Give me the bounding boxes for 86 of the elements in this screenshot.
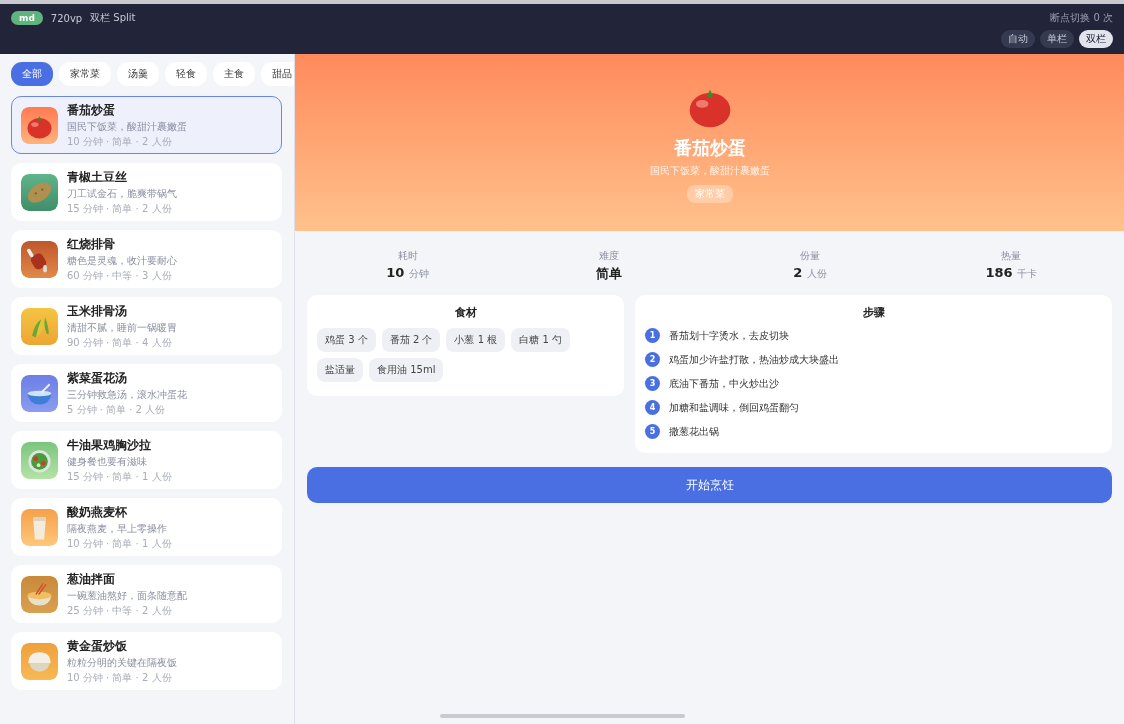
- card-title: 步骤: [861, 305, 886, 320]
- recipe-name: 葱油拌面: [67, 570, 116, 588]
- step-number: 3: [645, 376, 660, 391]
- recipe-meta: 5 分钟 · 简单 · 2 人份: [67, 402, 167, 417]
- recipe-description: 国民下饭菜，酸甜汁裹嫩蛋: [67, 119, 187, 134]
- breakpoint-badge: md: [11, 11, 43, 25]
- food-thumbnail-icon: [21, 374, 58, 412]
- step-text: 番茄划十字烫水，去皮切块: [669, 328, 789, 343]
- layout-mode-button[interactable]: 自动: [1001, 30, 1035, 48]
- layout-label: 双栏 Split: [90, 11, 136, 25]
- recipe-card[interactable]: 酸奶燕麦杯 隔夜燕麦，早上零操作 10 分钟 · 简单 · 1 人份: [11, 498, 282, 556]
- food-thumbnail-icon: [21, 642, 58, 680]
- layout-mode-button[interactable]: 双栏: [1079, 30, 1113, 48]
- recipe-meta: 10 分钟 · 简单 · 2 人份: [67, 670, 173, 685]
- recipe-description: 健身餐也要有滋味: [67, 454, 148, 469]
- ingredient-chip: 番茄 2 个: [381, 328, 441, 352]
- ingredient-chip: 鸡蛋 3 个: [317, 328, 376, 352]
- category-tab[interactable]: 甜品: [261, 62, 294, 86]
- recipe-card[interactable]: 玉米排骨汤 清甜不腻，睡前一锅暖胃 90 分钟 · 简单 · 4 人份: [11, 297, 282, 355]
- step-number: 2: [645, 352, 660, 367]
- layout-mode-button[interactable]: 单栏: [1040, 30, 1074, 48]
- recipe-meta: 60 分钟 · 中等 · 3 人份: [67, 268, 173, 283]
- recipe-description: 三分钟救急汤，滚水冲蛋花: [67, 387, 187, 402]
- category-tab[interactable]: 家常菜: [59, 62, 111, 86]
- stat-value: 10 分钟: [386, 265, 429, 281]
- recipe-title: 番茄炒蛋: [673, 136, 746, 160]
- food-thumbnail-icon: [21, 173, 58, 211]
- recipe-description: 清甜不腻，睡前一锅暖胃: [67, 320, 177, 335]
- stat-label: 难度: [598, 249, 619, 263]
- ingredient-chip: 小葱 1 根: [446, 328, 506, 352]
- food-thumbnail-icon: [21, 106, 58, 144]
- card-title: 食材: [453, 305, 478, 320]
- category-tab[interactable]: 主食: [213, 62, 255, 86]
- recipe-meta: 90 分钟 · 简单 · 4 人份: [67, 335, 173, 350]
- recipe-description: 隔夜燕麦，早上零操作: [67, 521, 168, 536]
- recipe-description: 刀工试金石，脆爽带锅气: [67, 186, 177, 201]
- category-tab[interactable]: 汤羹: [117, 62, 159, 86]
- food-thumbnail-icon: [21, 441, 58, 479]
- food-thumbnail-icon: [21, 307, 58, 345]
- stat-value: 186 千卡: [985, 265, 1038, 281]
- category-tag: 家常菜: [686, 185, 733, 203]
- category-tab[interactable]: 全部: [11, 62, 53, 86]
- category-tab[interactable]: 轻食: [165, 62, 207, 86]
- stat-label: 耗时: [397, 249, 418, 263]
- food-thumbnail-icon: [21, 240, 58, 278]
- recipe-card[interactable]: 红烧排骨 糖色是灵魂，收汁要耐心 60 分钟 · 中等 · 3 人份: [11, 230, 282, 288]
- step-text: 底油下番茄，中火炒出沙: [669, 376, 779, 391]
- recipe-meta: 10 分钟 · 简单 · 1 人份: [67, 536, 172, 551]
- recipe-meta: 15 分钟 · 简单 · 1 人份: [67, 469, 172, 484]
- food-thumbnail-icon: [21, 508, 58, 546]
- recipe-card[interactable]: 牛油果鸡胸沙拉 健身餐也要有滋味 15 分钟 · 简单 · 1 人份: [11, 431, 282, 489]
- step-number: 5: [645, 424, 660, 439]
- step-number: 4: [645, 400, 660, 415]
- step-number: 1: [645, 328, 660, 343]
- step-text: 加糖和盐调味，倒回鸡蛋翻匀: [669, 400, 799, 415]
- recipe-subtitle: 国民下饭菜，酸甜汁裹嫩蛋: [649, 164, 770, 178]
- stat-value: 简单: [595, 265, 622, 283]
- switch-counter: 断点切换 0 次: [1050, 11, 1113, 25]
- recipe-meta: 15 分钟 · 简单 · 2 人份: [67, 201, 173, 216]
- stat-label: 份量: [800, 249, 821, 263]
- recipe-name: 番茄炒蛋: [67, 101, 116, 119]
- recipe-description: 糖色是灵魂，收汁要耐心: [67, 253, 177, 268]
- step-text: 鸡蛋加少许盐打散，热油炒成大块盛出: [669, 352, 839, 367]
- food-thumbnail-icon: [21, 575, 58, 613]
- recipe-name: 黄金蛋炒饭: [67, 637, 128, 655]
- ingredient-chip: 食用油 15ml: [369, 358, 444, 382]
- recipe-name: 红烧排骨: [67, 235, 116, 253]
- recipe-card[interactable]: 葱油拌面 一碗葱油熬好，面条随意配 25 分钟 · 中等 · 2 人份: [11, 565, 282, 623]
- recipe-name: 酸奶燕麦杯: [67, 503, 128, 521]
- ingredient-chip: 白糖 1 勺: [511, 328, 570, 352]
- recipe-description: 粒粒分明的关键在隔夜饭: [67, 655, 177, 670]
- recipe-card[interactable]: 青椒土豆丝 刀工试金石，脆爽带锅气 15 分钟 · 简单 · 2 人份: [11, 163, 282, 221]
- recipe-card[interactable]: 黄金蛋炒饭 粒粒分明的关键在隔夜饭 10 分钟 · 简单 · 2 人份: [11, 632, 282, 690]
- recipe-name: 青椒土豆丝: [67, 168, 128, 186]
- start-cooking-button[interactable]: 开始烹饪: [307, 467, 1112, 503]
- ingredient-chip: 盐适量: [317, 358, 363, 382]
- recipe-name: 牛油果鸡胸沙拉: [67, 436, 152, 454]
- recipe-name: 玉米排骨汤: [67, 302, 128, 320]
- recipe-description: 一碗葱油熬好，面条随意配: [67, 588, 187, 603]
- recipe-name: 紫菜蛋花汤: [67, 369, 128, 387]
- recipe-card[interactable]: 紫菜蛋花汤 三分钟救急汤，滚水冲蛋花 5 分钟 · 简单 · 2 人份: [11, 364, 282, 422]
- stat-value: 2 人份: [793, 265, 827, 281]
- recipe-meta: 25 分钟 · 中等 · 2 人份: [67, 603, 173, 618]
- stat-label: 热量: [1001, 249, 1022, 263]
- viewport-label: 720vp: [50, 12, 83, 24]
- step-text: 撒葱花出锅: [669, 424, 719, 439]
